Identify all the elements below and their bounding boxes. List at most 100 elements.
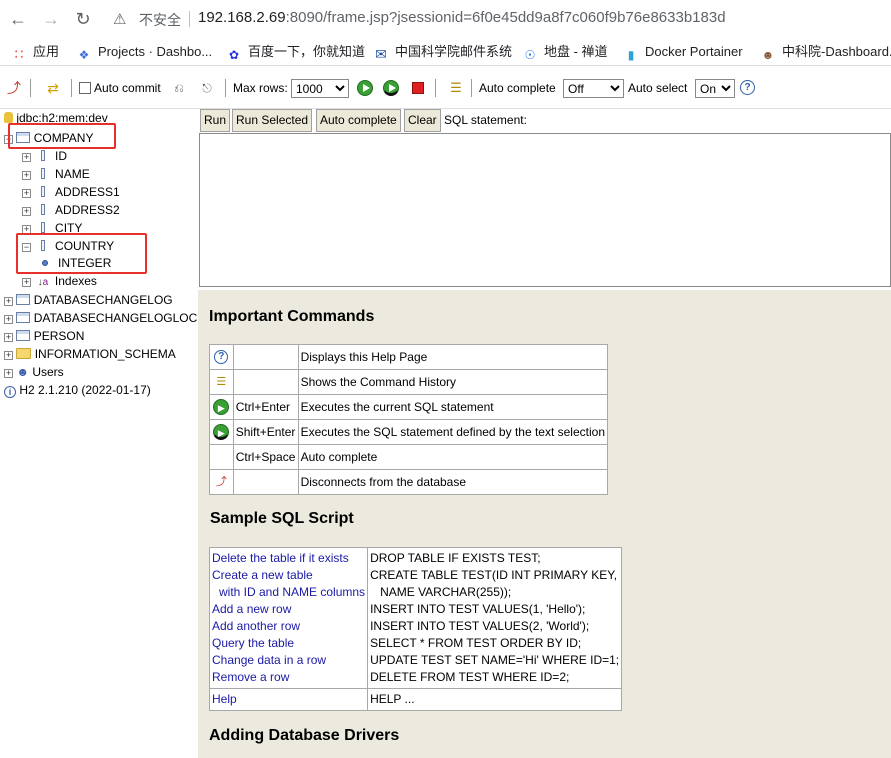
sample-link[interactable]: Delete the table if it exists — [212, 550, 365, 567]
schema-tree: jdbc:h2:mem:dev − COMPANY + ID + NAME + … — [0, 109, 198, 758]
sample-link[interactable]: Create a new table — [212, 567, 365, 584]
table-row: ▶ Ctrl+Enter Executes the current SQL st… — [210, 395, 608, 420]
bookmark-label: Docker Portainer — [645, 44, 743, 59]
table-label: PERSON — [34, 329, 85, 343]
tree-version: i H2 2.1.210 (2022-01-17) — [4, 381, 151, 399]
clear-button[interactable]: Clear — [404, 109, 441, 132]
expand-icon[interactable]: + — [22, 171, 31, 180]
expand-icon[interactable]: + — [4, 369, 13, 378]
auto-commit-checkbox[interactable]: Auto commit — [79, 79, 161, 97]
bookmark-docker[interactable]: ▮ Docker Portainer — [623, 43, 743, 61]
bookmark-baidu[interactable]: ✿百度一下，你就知道 — [226, 43, 365, 61]
help-panel: Important Commands ? Displays this Help … — [198, 290, 891, 758]
tree-column[interactable]: + ADDRESS2 — [22, 201, 120, 219]
tree-info-schema[interactable]: + INFORMATION_SCHEMA — [4, 345, 176, 363]
docker-icon: ▮ — [623, 47, 639, 63]
warning-icon[interactable]: ⚠ — [113, 10, 126, 28]
tree-table[interactable]: + DATABASECHANGELOG — [4, 291, 173, 309]
auto-complete-select[interactable]: Off — [563, 79, 624, 98]
insecure-label[interactable]: 不安全 — [139, 10, 181, 30]
bookmark-projects[interactable]: ❖Projects · Dashbo... — [76, 43, 212, 61]
sample-sql-table: Delete the table if it exists Create a n… — [209, 547, 622, 711]
auto-complete-button[interactable]: Auto complete — [316, 109, 401, 132]
sample-code-line: DROP TABLE IF EXISTS TEST; — [370, 550, 619, 567]
tree-table[interactable]: + DATABASECHANGELOGLOCK — [4, 309, 198, 327]
sample-code-line: DELETE FROM TEST WHERE ID=2; — [370, 669, 619, 686]
run-selected-icon[interactable] — [383, 80, 399, 96]
tree-indexes[interactable]: + ↓a Indexes — [22, 272, 97, 290]
forward-arrow-icon[interactable]: → — [40, 8, 62, 30]
h2-toolbar: ⤴ ⇄ Auto commit ⎌ ⎋ Max rows: 1000 ☰ Aut… — [0, 67, 891, 109]
auto-complete-label: Auto complete — [479, 79, 556, 97]
rollback-icon[interactable]: ⎌ — [170, 79, 188, 97]
tree-column[interactable]: + ID — [22, 147, 67, 165]
expand-icon[interactable]: + — [4, 333, 13, 342]
sample-code-line: NAME VARCHAR(255)); — [370, 584, 619, 601]
sample-link[interactable]: Remove a row — [212, 669, 365, 686]
disconnect-icon[interactable]: ⤴ — [5, 79, 23, 97]
tree-table[interactable]: + PERSON — [4, 327, 84, 345]
column-label: NAME — [55, 167, 90, 181]
max-rows-select[interactable]: 1000 — [291, 79, 349, 98]
expand-icon[interactable]: + — [4, 315, 13, 324]
expand-icon[interactable]: + — [22, 189, 31, 198]
url-field[interactable]: 192.168.2.69:8090/frame.jsp?jsessionid=6… — [198, 9, 726, 26]
expand-icon[interactable]: + — [22, 153, 31, 162]
sample-link[interactable]: Change data in a row — [212, 652, 365, 669]
bookmark-zentao[interactable]: ☉地盘 - 禅道 — [522, 43, 608, 61]
sample-link[interactable]: Add another row — [212, 618, 365, 635]
tree-column[interactable]: + NAME — [22, 165, 90, 183]
indexes-label: Indexes — [55, 274, 97, 288]
help-icon[interactable]: ? — [740, 80, 755, 95]
run-icon[interactable] — [357, 80, 373, 96]
run-selected-button[interactable]: Run Selected — [232, 109, 312, 132]
sample-link[interactable]: Add a new row — [212, 601, 365, 618]
table-icon — [16, 312, 30, 323]
sample-link[interactable]: with ID and NAME columns — [212, 584, 365, 601]
users-icon: ☻ — [16, 365, 29, 379]
users-label: Users — [32, 365, 63, 379]
tree-column[interactable]: + ADDRESS1 — [22, 183, 120, 201]
refresh-icon[interactable]: ⇄ — [44, 79, 62, 97]
run-icon[interactable]: ▶ — [213, 399, 229, 415]
table-row: Delete the table if it exists Create a n… — [210, 548, 622, 689]
expand-icon[interactable]: + — [22, 207, 31, 216]
reload-icon[interactable]: ↻ — [72, 8, 94, 30]
gitlab-icon: ❖ — [76, 47, 92, 63]
bookmark-cas-dashboard[interactable]: ☻中科院-Dashboard... — [760, 43, 891, 61]
expand-icon[interactable]: + — [22, 278, 31, 287]
bookmark-apps[interactable]: ∷应用 — [11, 43, 59, 61]
back-arrow-icon[interactable]: ← — [7, 8, 29, 30]
bookmark-cas-mail[interactable]: ✉中国科学院邮件系统 — [373, 43, 512, 61]
column-icon — [41, 150, 45, 161]
stop-icon[interactable] — [412, 82, 424, 94]
history-icon[interactable]: ☰ — [447, 79, 465, 97]
url-host: 192.168.2.69 — [198, 9, 286, 26]
auto-select-select[interactable]: On — [695, 79, 735, 98]
sample-link[interactable]: Query the table — [212, 635, 365, 652]
commands-table: ? Displays this Help Page ☰ Shows the Co… — [209, 344, 608, 495]
sample-code-line: INSERT INTO TEST VALUES(2, 'World'); — [370, 618, 619, 635]
checkbox-box[interactable] — [79, 82, 91, 94]
run-button[interactable]: Run — [200, 109, 230, 132]
tree-users[interactable]: + ☻ Users — [4, 363, 64, 381]
commit-icon[interactable]: ⎋ — [198, 79, 216, 97]
bookmarks-bar: ∷应用 ❖Projects · Dashbo... ✿百度一下，你就知道 ✉中国… — [0, 38, 891, 66]
history-icon[interactable]: ☰ — [213, 374, 229, 390]
expand-icon[interactable]: + — [4, 297, 13, 306]
help-link[interactable]: Help — [212, 691, 365, 708]
apps-grid-icon: ∷ — [11, 46, 27, 62]
run-selected-icon[interactable]: ▶ — [213, 424, 229, 440]
sql-input[interactable] — [199, 133, 891, 287]
column-label: ADDRESS1 — [55, 185, 120, 199]
command-key: Ctrl+Space — [233, 445, 298, 470]
expand-icon[interactable]: + — [4, 351, 13, 360]
command-key — [233, 345, 298, 370]
disconnect-icon[interactable]: ⤴ — [213, 474, 229, 490]
command-desc: Executes the current SQL statement — [298, 395, 607, 420]
help-icon[interactable]: ? — [214, 350, 228, 364]
help-code: HELP ... — [370, 691, 619, 708]
table-label: DATABASECHANGELOG — [34, 293, 173, 307]
sql-button-bar: Run Run Selected Auto complete Clear SQL… — [198, 109, 891, 133]
highlight-box-country — [16, 233, 147, 274]
